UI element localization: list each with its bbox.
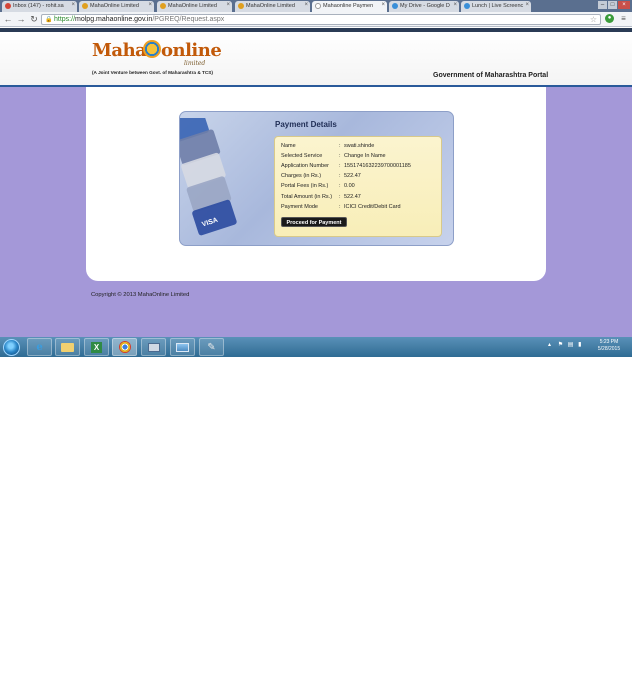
- detail-label: Portal Fees (in Rs.): [281, 183, 329, 189]
- logo-tagline: (A Joint Venture between Govt. of Mahara…: [92, 70, 213, 75]
- detail-label: Application Number: [281, 163, 329, 169]
- internet-explorer-icon[interactable]: e: [27, 338, 52, 356]
- clock-time: 5:23 PM: [599, 339, 619, 345]
- maximize-icon[interactable]: □: [608, 1, 617, 9]
- detail-value: 522.47: [344, 194, 361, 200]
- page-icon: [315, 3, 321, 9]
- mahaonline-icon: [238, 3, 244, 9]
- tab-label: Mahaonline Paymen: [323, 3, 374, 9]
- detail-label: Selected Service: [281, 153, 323, 159]
- emblem-icon: [143, 40, 161, 58]
- gmail-icon: [5, 3, 11, 9]
- detail-value: swati.shinde: [344, 143, 375, 149]
- detail-colon: :: [339, 163, 341, 169]
- reload-icon[interactable]: ↻: [29, 14, 39, 24]
- close-tab-icon[interactable]: ×: [71, 2, 75, 8]
- detail-colon: :: [339, 153, 341, 159]
- system-tray: ▴ ⚑ ▤ ▮: [548, 341, 581, 348]
- excel-icon[interactable]: X: [84, 338, 109, 356]
- tab-inbox[interactable]: Inbox (147) - rohit.sa ×: [2, 1, 77, 12]
- detail-value: 15517416322397000011​85: [344, 163, 411, 169]
- close-tab-icon[interactable]: ×: [525, 2, 529, 8]
- tab-label: Inbox (147) - rohit.sa: [13, 3, 64, 9]
- detail-value: Change In Name: [344, 153, 386, 159]
- tab-mahaonline-3[interactable]: MahaOnline Limited ×: [235, 1, 310, 12]
- remote-desktop-icon[interactable]: [141, 338, 166, 356]
- detail-colon: :: [339, 173, 341, 179]
- url-host: molpg.mahaonline.gov.in: [75, 16, 153, 23]
- detail-value: ICICI Credit/Debit Card: [344, 204, 401, 210]
- url-scheme: https://: [54, 16, 76, 23]
- detail-label: Payment Mode: [281, 204, 318, 210]
- minimize-icon[interactable]: –: [598, 1, 607, 9]
- logo-text-maha: Maha: [92, 40, 147, 61]
- tab-label: MahaOnline Limited: [246, 3, 295, 9]
- flag-icon[interactable]: ⚑: [558, 342, 563, 348]
- tab-mahaonline-payment[interactable]: Mahaonline Paymen ×: [312, 1, 387, 12]
- taskbar-clock[interactable]: 5:23 PM 5/28/2015: [594, 339, 624, 353]
- detail-label: Total Amount (in Rs.): [281, 194, 333, 200]
- close-tab-icon[interactable]: ×: [453, 2, 457, 8]
- detail-value: 522.47: [344, 173, 361, 179]
- detail-colon: :: [339, 204, 341, 210]
- payment-details-title: Payment Details: [275, 120, 337, 129]
- browser-tab-strip: Inbox (147) - rohit.sa × MahaOnline Limi…: [0, 0, 632, 12]
- lock-icon: 🔒: [45, 17, 53, 23]
- detail-value: 0.00: [344, 183, 355, 189]
- tab-label: MahaOnline Limited: [168, 3, 217, 9]
- browser-toolbar: ← → ↻ 🔒 https://molpg.mahaonline.gov.in/…: [0, 12, 632, 27]
- close-tab-icon[interactable]: ×: [226, 2, 230, 8]
- close-tab-icon[interactable]: ×: [304, 2, 308, 8]
- window-controls: – □ ×: [598, 1, 630, 9]
- close-tab-icon[interactable]: ×: [381, 2, 385, 8]
- network-icon[interactable]: ▤: [568, 342, 574, 348]
- tab-mahaonline-1[interactable]: MahaOnline Limited ×: [79, 1, 154, 12]
- menu-icon[interactable]: ≡: [619, 14, 628, 24]
- detail-colon: :: [339, 143, 341, 149]
- mahaonline-icon: [160, 3, 166, 9]
- detail-colon: :: [339, 183, 341, 189]
- logo-text-limited: limited: [184, 60, 206, 67]
- extension-icon[interactable]: ●: [605, 14, 614, 23]
- logo-text-online: online: [161, 40, 222, 61]
- mahaonline-icon: [82, 3, 88, 9]
- close-tab-icon[interactable]: ×: [148, 2, 152, 8]
- tab-mahaonline-2[interactable]: MahaOnline Limited ×: [157, 1, 232, 12]
- tab-label: MahaOnline Limited: [90, 3, 139, 9]
- detail-label: Charges (in Rs.): [281, 173, 322, 179]
- window-close-icon[interactable]: ×: [618, 1, 630, 9]
- address-bar[interactable]: 🔒 https://molpg.mahaonline.gov.in/PGREQ/…: [41, 14, 601, 25]
- signal-icon[interactable]: ▮: [578, 342, 581, 348]
- tab-live-screencast[interactable]: Lunch | Live Screenc ×: [461, 1, 531, 12]
- chrome-icon[interactable]: [112, 338, 137, 356]
- url-path: /PGREQ/Request.aspx: [152, 16, 225, 23]
- tab-google-drive[interactable]: My Drive - Google D ×: [389, 1, 459, 12]
- credit-cards-illustration: VISA: [180, 118, 237, 236]
- photo-viewer-icon[interactable]: [170, 338, 195, 356]
- copyright-text: Copyright © 2013 MahaOnline Limited: [91, 292, 190, 298]
- drive-icon: [392, 3, 398, 9]
- bookmark-star-icon[interactable]: ☆: [590, 15, 597, 24]
- detail-colon: :: [339, 194, 341, 200]
- screencast-icon: [464, 3, 470, 9]
- tab-label: My Drive - Google D: [400, 3, 450, 9]
- tool-icon[interactable]: ✎: [199, 338, 224, 356]
- tab-label: Lunch | Live Screenc: [472, 3, 524, 9]
- file-explorer-icon[interactable]: [55, 338, 80, 356]
- proceed-for-payment-button[interactable]: Proceed for Payment: [281, 217, 347, 227]
- clock-date: 5/28/2015: [597, 346, 621, 352]
- show-hidden-icons-icon[interactable]: ▴: [548, 342, 551, 348]
- forward-arrow-icon[interactable]: →: [16, 14, 26, 24]
- portal-title: Government of Maharashtra Portal: [433, 72, 549, 79]
- detail-label: Name: [281, 143, 296, 149]
- back-arrow-icon[interactable]: ←: [3, 14, 13, 24]
- windows-start-button[interactable]: [3, 339, 20, 356]
